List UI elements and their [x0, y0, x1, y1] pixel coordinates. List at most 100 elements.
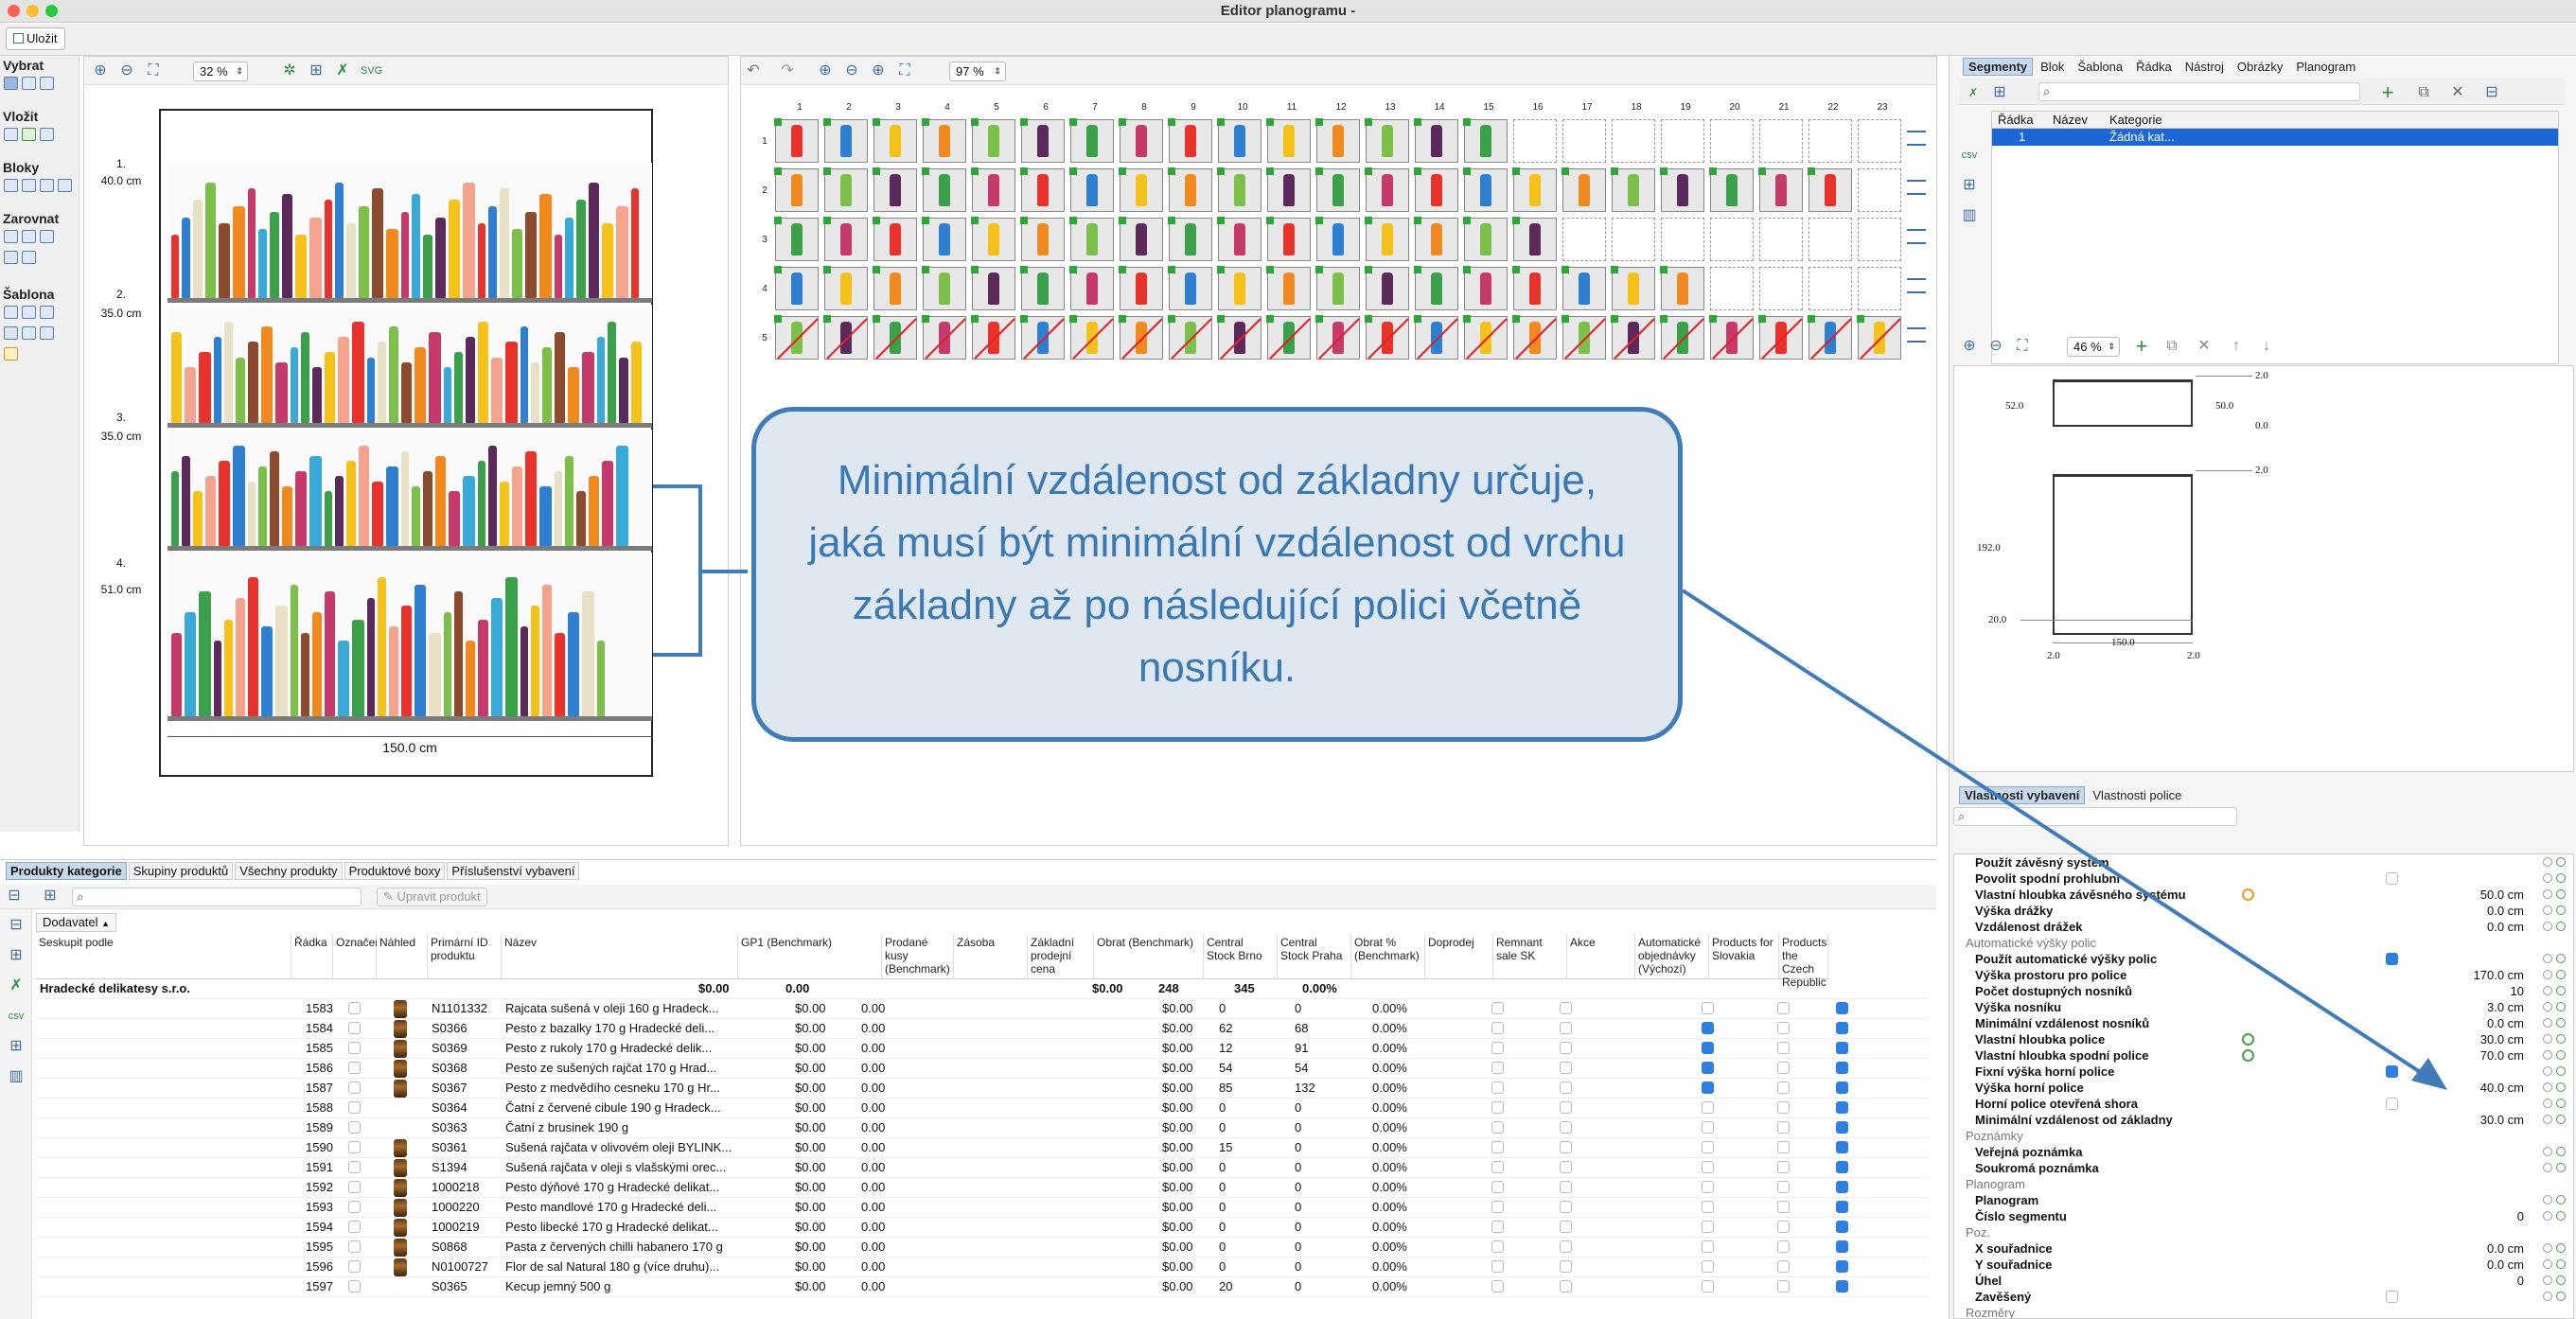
- table-row[interactable]: 1589 S0363 Čatní z brusinek 190 g $0.00 0.00…: [36, 1118, 1929, 1138]
- row-checkbox[interactable]: [1560, 1161, 1572, 1173]
- product-facing[interactable]: [531, 606, 539, 716]
- product-facing[interactable]: [565, 456, 573, 546]
- table-row[interactable]: 1588 S0364 Čatní z červené cibule 190 g Hr…: [36, 1099, 1929, 1118]
- slovakia-checkbox[interactable]: [1777, 1082, 1790, 1094]
- grid-cell[interactable]: [1069, 315, 1114, 360]
- property-row[interactable]: Použít automatické výšky polic: [1964, 951, 2569, 967]
- column-header[interactable]: Řádka: [291, 934, 333, 979]
- close-window-icon[interactable]: [8, 5, 20, 17]
- grid-cell[interactable]: [1463, 118, 1508, 163]
- product-facing[interactable]: [589, 183, 599, 298]
- row-checkbox[interactable]: [1491, 1101, 1504, 1114]
- czech-checkbox[interactable]: [1836, 1221, 1848, 1233]
- product-facing[interactable]: [301, 633, 309, 716]
- property-row[interactable]: Úhel 0: [1964, 1273, 2569, 1289]
- property-value[interactable]: 0.0 cm: [2487, 1257, 2524, 1273]
- block-tool-1-icon[interactable]: [4, 179, 18, 192]
- product-facing[interactable]: [539, 486, 552, 546]
- reset-icon[interactable]: [2543, 1292, 2552, 1301]
- grid-cell[interactable]: [1858, 168, 1901, 212]
- slovakia-checkbox[interactable]: [1777, 1201, 1790, 1213]
- copy-segment-icon[interactable]: ⧉: [2415, 84, 2432, 101]
- product-facing[interactable]: [466, 641, 475, 716]
- auto-order-checkbox[interactable]: [1702, 1221, 1714, 1233]
- product-facing[interactable]: [478, 322, 488, 423]
- block-tool-4-icon[interactable]: [58, 179, 72, 192]
- reset-icon[interactable]: [2543, 1099, 2552, 1108]
- reset-icon[interactable]: [2543, 1066, 2552, 1076]
- reset-icon[interactable]: [2543, 1115, 2552, 1124]
- move-down-icon[interactable]: ↓: [2258, 338, 2275, 355]
- slovakia-checkbox[interactable]: [1777, 1042, 1790, 1054]
- property-row[interactable]: Výška drážky 0.0 cm: [1964, 903, 2569, 919]
- product-facing[interactable]: [372, 188, 383, 298]
- table-row[interactable]: 1592 1000218 Pesto dýňové 170 g Hradecké d…: [36, 1178, 1929, 1198]
- row-checkbox[interactable]: [1491, 1161, 1504, 1173]
- row-checkbox[interactable]: [1560, 1082, 1572, 1094]
- grid-cell[interactable]: [1660, 266, 1704, 310]
- grid-cell[interactable]: [774, 167, 819, 212]
- property-checkbox[interactable]: [2386, 1291, 2398, 1303]
- grid-cell[interactable]: [823, 266, 868, 310]
- row-checkbox[interactable]: [1491, 1201, 1504, 1213]
- property-value[interactable]: 0.0 cm: [2487, 903, 2524, 919]
- tab-planogram[interactable]: Planogram: [2290, 58, 2361, 76]
- shelf-3[interactable]: [168, 430, 652, 551]
- property-value[interactable]: 40.0 cm: [2480, 1080, 2524, 1096]
- property-checkbox[interactable]: [2386, 1098, 2398, 1110]
- grid-cell[interactable]: [1660, 167, 1704, 212]
- grid-cell[interactable]: [1315, 167, 1360, 212]
- slovakia-checkbox[interactable]: [1777, 1221, 1790, 1233]
- auto-order-checkbox[interactable]: [1702, 1042, 1714, 1054]
- czech-checkbox[interactable]: [1836, 1082, 1848, 1094]
- product-facing[interactable]: [542, 347, 552, 423]
- grid-cell[interactable]: [1168, 266, 1212, 310]
- grid-cell[interactable]: [1069, 217, 1114, 261]
- property-row[interactable]: Výška prostoru pro police 170.0 cm: [1964, 967, 2569, 983]
- product-facing[interactable]: [520, 326, 528, 423]
- property-value[interactable]: 0.0 cm: [2487, 919, 2524, 935]
- product-facing[interactable]: [463, 476, 475, 546]
- product-facing[interactable]: [193, 200, 203, 298]
- property-row[interactable]: Vlastní hloubka závěsného systému 50.0 cm: [1964, 887, 2569, 903]
- product-facing[interactable]: [291, 347, 298, 423]
- product-facing[interactable]: [539, 194, 552, 298]
- products-side-3-icon[interactable]: ⊞: [8, 1038, 25, 1055]
- product-facing[interactable]: [236, 358, 245, 423]
- product-facing[interactable]: [491, 358, 503, 423]
- row-checkbox[interactable]: [1491, 1141, 1504, 1153]
- inherit-icon[interactable]: [2556, 857, 2566, 867]
- product-facing[interactable]: [512, 229, 522, 298]
- grid-cell[interactable]: [1561, 167, 1606, 212]
- property-value[interactable]: 30.0 cm: [2480, 1031, 2524, 1047]
- product-facing[interactable]: [185, 612, 196, 716]
- reset-icon[interactable]: [2543, 922, 2552, 931]
- grid-cell[interactable]: [1710, 119, 1754, 163]
- property-row[interactable]: Minimální vzdálenost od základny 30.0 cm: [1964, 1112, 2569, 1128]
- grid-cell[interactable]: [1612, 218, 1655, 261]
- product-facing[interactable]: [568, 612, 579, 716]
- tree-icon[interactable]: ✲: [281, 62, 298, 79]
- property-row[interactable]: Vlastní hloubka spodní police 70.0 cm: [1964, 1047, 2569, 1064]
- grid-cell[interactable]: [1710, 218, 1754, 261]
- reset-icon[interactable]: [2543, 1275, 2552, 1285]
- grid-cell[interactable]: [1365, 266, 1409, 310]
- product-facing[interactable]: [335, 183, 344, 298]
- preview-copy-icon[interactable]: ⧉: [2163, 338, 2180, 355]
- svg-export-icon[interactable]: SVG: [361, 62, 382, 79]
- grid-cell[interactable]: [1020, 217, 1065, 261]
- slovakia-checkbox[interactable]: [1777, 1240, 1790, 1253]
- property-value[interactable]: 3.0 cm: [2487, 999, 2524, 1015]
- tab-product-boxes[interactable]: Produktové boxy: [344, 862, 446, 880]
- product-facing[interactable]: [423, 471, 432, 546]
- product-facing[interactable]: [488, 206, 497, 298]
- product-facing[interactable]: [435, 218, 446, 298]
- product-facing[interactable]: [520, 626, 528, 716]
- marked-checkbox[interactable]: [348, 1002, 361, 1014]
- grid-cell[interactable]: [1414, 118, 1458, 163]
- inherit-icon[interactable]: [2556, 986, 2566, 995]
- product-facing[interactable]: [429, 332, 441, 423]
- reset-icon[interactable]: [2543, 873, 2552, 883]
- row-5-align-icon[interactable]: [1907, 327, 1926, 343]
- chart-icon[interactable]: ⊞: [308, 62, 325, 79]
